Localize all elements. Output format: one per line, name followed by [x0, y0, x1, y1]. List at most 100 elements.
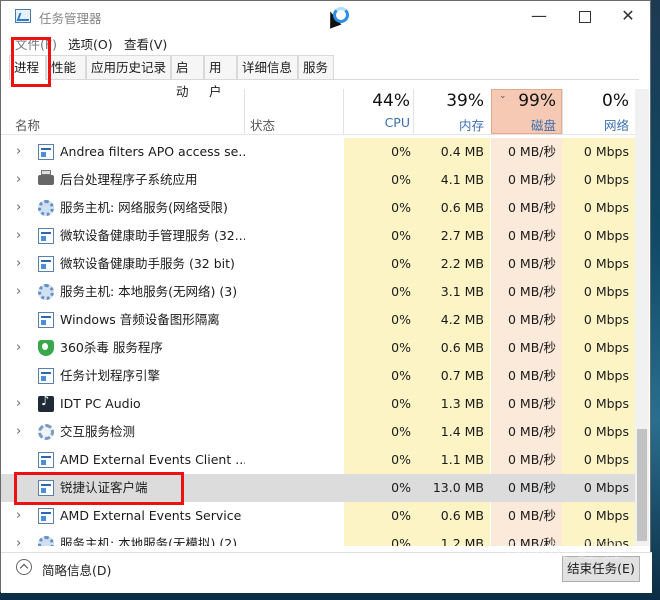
process-cpu: 0% — [391, 312, 411, 327]
process-row[interactable]: › Andrea filters APO access se... 0% 0.4 MB… — [1, 138, 635, 166]
process-network: 0 Mbps — [583, 480, 629, 495]
minimize-button[interactable]: — — [516, 1, 562, 31]
expand-chevron-icon[interactable]: › — [16, 530, 21, 546]
process-memory: 13.0 MB — [432, 480, 484, 495]
process-cpu: 0% — [391, 368, 411, 383]
column-header-status[interactable]: 状态 — [250, 115, 275, 134]
process-row[interactable]: › 交互服务检测 0% 1.4 MB 0 MB/秒 0 Mbps — [1, 418, 635, 446]
process-disk: 0 MB/秒 — [508, 200, 556, 215]
process-name: Windows 音频设备图形隔离 — [60, 312, 220, 327]
process-cpu: 0% — [391, 536, 411, 546]
process-network: 0 Mbps — [583, 172, 629, 187]
process-memory: 4.1 MB — [440, 172, 484, 187]
process-disk: 0 MB/秒 — [508, 452, 556, 467]
expand-chevron-icon[interactable]: › — [16, 250, 21, 278]
process-disk: 0 MB/秒 — [508, 508, 556, 523]
process-cpu: 0% — [391, 396, 411, 411]
column-header-cpu[interactable]: CPU — [344, 115, 410, 130]
process-network: 0 Mbps — [583, 508, 629, 523]
menu-view[interactable]: 查看(V) — [124, 34, 167, 53]
tab-startup[interactable]: 启动 — [171, 55, 204, 99]
process-network: 0 Mbps — [583, 284, 629, 299]
process-memory: 0.6 MB — [440, 508, 484, 523]
process-disk: 0 MB/秒 — [508, 340, 556, 355]
process-name: 微软设备健康助手管理服务 (32... — [60, 228, 245, 243]
process-cpu: 0% — [391, 144, 411, 159]
process-row[interactable]: › 服务主机: 网络服务(网络受限) 0% 0.6 MB 0 MB/秒 0 Mbps — [1, 194, 635, 222]
menu-bar: 文件(F) 选项(O) 查看(V) — [1, 31, 650, 53]
expand-chevron-icon[interactable]: › — [16, 390, 21, 418]
memory-usage-percent[interactable]: 39% — [414, 91, 484, 111]
printer-icon — [38, 170, 54, 185]
process-disk: 0 MB/秒 — [508, 424, 556, 439]
process-row[interactable]: AMD External Events Client ... 0% 1.1 MB 0 … — [1, 446, 635, 474]
cpu-usage-percent[interactable]: 44% — [344, 91, 410, 111]
process-name: Andrea filters APO access se... — [60, 144, 245, 159]
column-header-disk[interactable]: 磁盘 — [491, 115, 556, 134]
tab-services[interactable]: 服务 — [298, 55, 334, 79]
tab-performance[interactable]: 性能 — [46, 55, 86, 79]
process-row[interactable]: › 微软设备健康助手管理服务 (32... 0% 2.7 MB 0 MB/秒 0 Mbps — [1, 222, 635, 250]
fewer-details-link[interactable]: 简略信息(D) — [42, 560, 111, 579]
process-memory: 0.7 MB — [440, 368, 484, 383]
gear-icon — [38, 536, 54, 546]
tab-details[interactable]: 详细信息 — [237, 55, 298, 79]
watermark: Baidu 经验 — [505, 539, 621, 564]
service-window-icon — [38, 312, 54, 328]
gear-icon — [38, 200, 54, 216]
menu-options[interactable]: 选项(O) — [68, 34, 113, 53]
expand-chevron-icon[interactable]: › — [16, 222, 21, 250]
process-cpu: 0% — [391, 284, 411, 299]
process-row[interactable]: › 微软设备健康助手服务 (32 bit) 0% 2.2 MB 0 MB/秒 0 Mbps — [1, 250, 635, 278]
process-cpu: 0% — [391, 256, 411, 271]
disk-usage-percent[interactable]: 99% — [491, 91, 556, 111]
process-memory: 1.4 MB — [440, 424, 484, 439]
process-disk: 0 MB/秒 — [508, 144, 556, 159]
process-memory: 0.4 MB — [440, 144, 484, 159]
column-header-memory[interactable]: 内存 — [414, 115, 484, 134]
network-usage-percent[interactable]: 0% — [562, 91, 629, 111]
process-row[interactable]: Windows 音频设备图形隔离 0% 4.2 MB 0 MB/秒 0 Mbps — [1, 306, 635, 334]
process-row[interactable]: › 服务主机: 本地服务(无网络) (3) 0% 3.1 MB 0 MB/秒 0 Mbps — [1, 278, 635, 306]
expand-chevron-icon[interactable]: › — [16, 502, 21, 530]
tab-users[interactable]: 用户 — [204, 55, 237, 99]
task-manager-window: 任务管理器 — ✕ 文件(F) 选项(O) 查看(V) 进程 性能 应用历史记录… — [0, 0, 652, 593]
service-window-icon — [38, 508, 54, 524]
expand-chevron-icon[interactable]: › — [16, 194, 21, 222]
collapse-up-icon[interactable] — [16, 559, 32, 575]
maximize-icon — [579, 10, 591, 23]
tab-app-history[interactable]: 应用历史记录 — [86, 55, 171, 79]
expand-chevron-icon[interactable]: › — [16, 418, 21, 446]
process-network: 0 Mbps — [583, 200, 629, 215]
title-bar[interactable]: 任务管理器 — ✕ — [1, 1, 650, 31]
expand-chevron-icon[interactable]: › — [16, 334, 21, 362]
process-memory: 3.1 MB — [440, 284, 484, 299]
process-name: 服务主机: 网络服务(网络受限) — [60, 200, 228, 215]
process-network: 0 Mbps — [583, 340, 629, 355]
expand-chevron-icon[interactable]: › — [16, 278, 21, 306]
column-header-network[interactable]: 网络 — [562, 115, 629, 134]
column-header-name[interactable]: 名称 — [15, 115, 40, 134]
process-row[interactable]: › IDT PC Audio 0% 1.3 MB 0 MB/秒 0 Mbps — [1, 390, 635, 418]
process-row[interactable]: 任务计划程序引擎 0% 0.7 MB 0 MB/秒 0 Mbps — [1, 362, 635, 390]
process-name: 交互服务检测 — [60, 424, 136, 439]
process-memory: 0.6 MB — [440, 340, 484, 355]
scrollbar-thumb[interactable] — [637, 429, 647, 541]
service-window-icon — [38, 228, 54, 244]
process-cpu: 0% — [391, 228, 411, 243]
column-separator[interactable] — [244, 89, 245, 134]
process-disk: 0 MB/秒 — [508, 312, 556, 327]
maximize-button[interactable] — [562, 1, 608, 31]
process-row[interactable]: › 360杀毒 服务程序 0% 0.6 MB 0 MB/秒 0 Mbps — [1, 334, 635, 362]
process-memory: 1.3 MB — [440, 396, 484, 411]
process-disk: 0 MB/秒 — [508, 172, 556, 187]
process-row[interactable]: › 后台处理程序子系统应用 0% 4.1 MB 0 MB/秒 0 Mbps — [1, 166, 635, 194]
process-name: AMD External Events Client ... — [60, 452, 245, 467]
process-network: 0 Mbps — [583, 228, 629, 243]
close-button[interactable]: ✕ — [605, 1, 651, 31]
expand-chevron-icon[interactable]: › — [16, 138, 21, 166]
cog-icon — [38, 424, 54, 440]
expand-chevron-icon[interactable]: › — [16, 166, 21, 194]
process-network: 0 Mbps — [583, 452, 629, 467]
process-row[interactable]: › AMD External Events Service ... 0% 0.6 MB… — [1, 502, 635, 530]
